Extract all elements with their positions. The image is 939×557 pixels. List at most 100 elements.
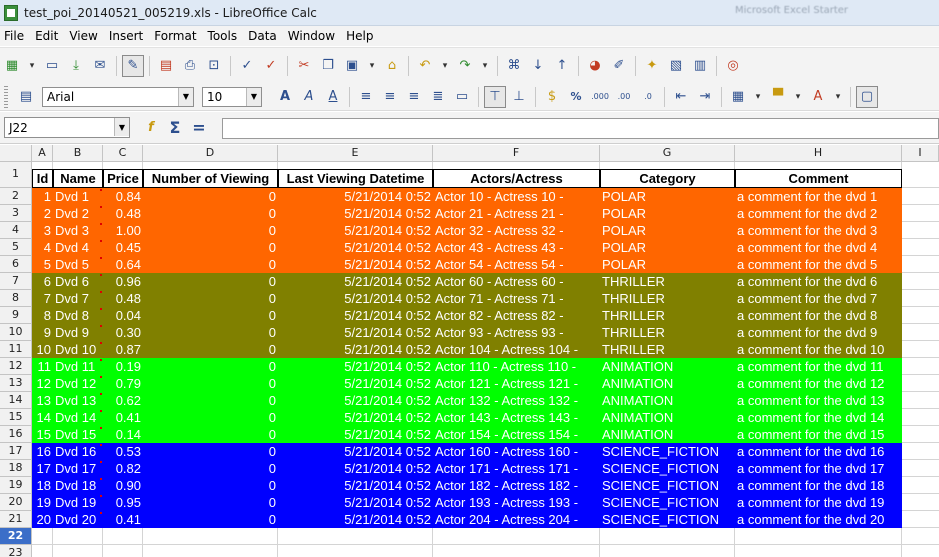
row-header-6[interactable]: 6 [0,256,32,273]
cell-category[interactable]: ANIMATION [600,375,735,392]
undo-dropdown-icon[interactable]: ▾ [438,55,452,77]
cell-views[interactable]: 0 [143,188,278,205]
cell-id[interactable]: 15 [32,426,53,443]
cell-views[interactable]: 0 [143,290,278,307]
select-all-corner[interactable] [0,145,32,162]
cell-id[interactable]: 8 [32,307,53,324]
cell-datetime[interactable]: 5/21/2014 0:52 [278,205,433,222]
function-wizard-icon[interactable]: f [140,117,162,139]
cell-price[interactable]: 0.79 [103,375,143,392]
cell-views[interactable]: 0 [143,358,278,375]
cell-datetime[interactable]: 5/21/2014 0:52 [278,426,433,443]
help-icon[interactable]: ◎ [722,55,744,77]
column-header-b[interactable]: B [53,145,103,162]
cell-name[interactable]: Dvd 2 [53,205,103,222]
toolbar-grip-handle[interactable] [4,85,8,108]
header-cell-b[interactable]: Name [53,169,103,188]
cell-comment[interactable]: a comment for the dvd 5 [735,256,902,273]
sort-ascending-icon[interactable]: ↓ [527,55,549,77]
cell-datetime[interactable]: 5/21/2014 0:52 [278,273,433,290]
cell-name[interactable]: Dvd 9 [53,324,103,341]
cell-category[interactable]: ANIMATION [600,392,735,409]
header-cell-f[interactable]: Actors/Actress [433,169,600,188]
row-header-17[interactable]: 17 [0,443,32,460]
cell-id[interactable]: 5 [32,256,53,273]
percent-format-icon[interactable]: % [565,86,587,108]
row-header-15[interactable]: 15 [0,409,32,426]
row-header-19[interactable]: 19 [0,477,32,494]
align-left-icon[interactable]: ≡ [355,86,377,108]
clone-formatting-icon[interactable]: ⌂ [381,55,403,77]
cell-actors[interactable]: Actor 54 - Actress 54 - [433,256,600,273]
cell-price[interactable]: 0.87 [103,341,143,358]
menu-window[interactable]: Window [288,29,335,43]
cell-name[interactable]: Dvd 7 [53,290,103,307]
menu-help[interactable]: Help [346,29,373,43]
cell-category[interactable]: THRILLER [600,341,735,358]
cell-actors[interactable]: Actor 182 - Actress 182 - [433,477,600,494]
column-header-g[interactable]: G [600,145,735,162]
menu-view[interactable]: View [69,29,97,43]
formula-input[interactable] [222,118,939,139]
menu-tools[interactable]: Tools [208,29,238,43]
paste-icon[interactable]: ▣ [341,55,363,77]
cell-views[interactable]: 0 [143,222,278,239]
column-header-i[interactable]: I [902,145,939,162]
show-draw-functions-icon[interactable]: ✐ [608,55,630,77]
cell-price[interactable]: 0.30 [103,324,143,341]
row-header-22[interactable]: 22 [0,528,32,545]
borders-icon[interactable]: ▦ [727,86,749,108]
cell-price[interactable]: 0.96 [103,273,143,290]
row-header-1[interactable]: 1 [0,162,32,188]
menu-edit[interactable]: Edit [35,29,58,43]
export-pdf-icon[interactable]: ▤ [155,55,177,77]
font-size-box[interactable]: 10 ▼ [202,86,262,107]
undo-icon[interactable]: ↶ [414,55,436,77]
cell-category[interactable]: SCIENCE_FICTION [600,511,735,528]
row-header-11[interactable]: 11 [0,341,32,358]
sort-descending-icon[interactable]: ↑ [551,55,573,77]
cell-views[interactable]: 0 [143,324,278,341]
cell-id[interactable]: 17 [32,460,53,477]
print-icon[interactable]: ⎙ [179,55,201,77]
cell-actors[interactable]: Actor 60 - Actress 60 - [433,273,600,290]
decrease-indent-icon[interactable]: ⇤ [670,86,692,108]
cell-views[interactable]: 0 [143,409,278,426]
cell-name[interactable]: Dvd 8 [53,307,103,324]
cell-views[interactable]: 0 [143,460,278,477]
cell-id[interactable]: 11 [32,358,53,375]
navigator-icon[interactable]: ✦ [641,55,663,77]
cell-name[interactable]: Dvd 17 [53,460,103,477]
column-header-h[interactable]: H [735,145,902,162]
gallery-icon[interactable]: ▧ [665,55,687,77]
cell-datetime[interactable]: 5/21/2014 0:52 [278,188,433,205]
row-header-8[interactable]: 8 [0,290,32,307]
cell-category[interactable]: SCIENCE_FICTION [600,443,735,460]
cell-actors[interactable]: Actor 193 - Actress 193 - [433,494,600,511]
redo-icon[interactable]: ↷ [454,55,476,77]
cell-datetime[interactable]: 5/21/2014 0:52 [278,341,433,358]
menu-format[interactable]: Format [154,29,196,43]
cell-datetime[interactable]: 5/21/2014 0:52 [278,409,433,426]
cell-id[interactable]: 14 [32,409,53,426]
paste-dropdown-icon[interactable]: ▾ [365,55,379,77]
italic-icon[interactable]: A [298,86,320,108]
cell-comment[interactable]: a comment for the dvd 13 [735,392,902,409]
standard-format-icon[interactable]: .000 [589,86,611,108]
justify-icon[interactable]: ≣ [427,86,449,108]
cell-price[interactable]: 0.41 [103,511,143,528]
cell-category[interactable]: ANIMATION [600,358,735,375]
row-header-18[interactable]: 18 [0,460,32,477]
new-document-icon[interactable]: ▦ [1,55,23,77]
cell-id[interactable]: 13 [32,392,53,409]
cell-actors[interactable]: Actor 104 - Actress 104 - [433,341,600,358]
cell-price[interactable]: 0.14 [103,426,143,443]
cell-id[interactable]: 18 [32,477,53,494]
cell-views[interactable]: 0 [143,375,278,392]
cell-comment[interactable]: a comment for the dvd 11 [735,358,902,375]
cell-category[interactable]: ANIMATION [600,426,735,443]
cell-price[interactable]: 0.41 [103,409,143,426]
cut-icon[interactable]: ✂ [293,55,315,77]
row-header-2[interactable]: 2 [0,188,32,205]
cell-actors[interactable]: Actor 154 - Actress 154 - [433,426,600,443]
